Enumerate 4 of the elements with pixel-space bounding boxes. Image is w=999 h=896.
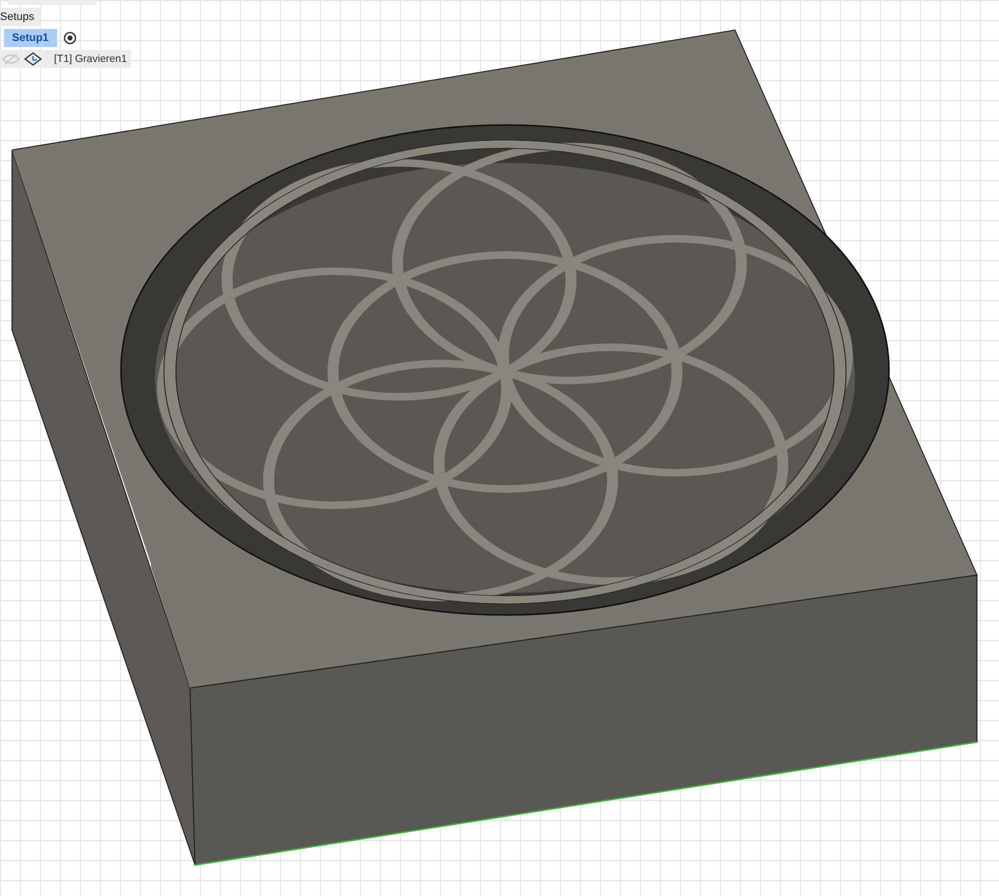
radio-target-icon[interactable] <box>62 31 77 45</box>
toolpath-icon <box>24 52 42 66</box>
setup-node[interactable]: Setup1 <box>4 29 57 47</box>
setups-folder[interactable]: Setups <box>0 8 40 26</box>
